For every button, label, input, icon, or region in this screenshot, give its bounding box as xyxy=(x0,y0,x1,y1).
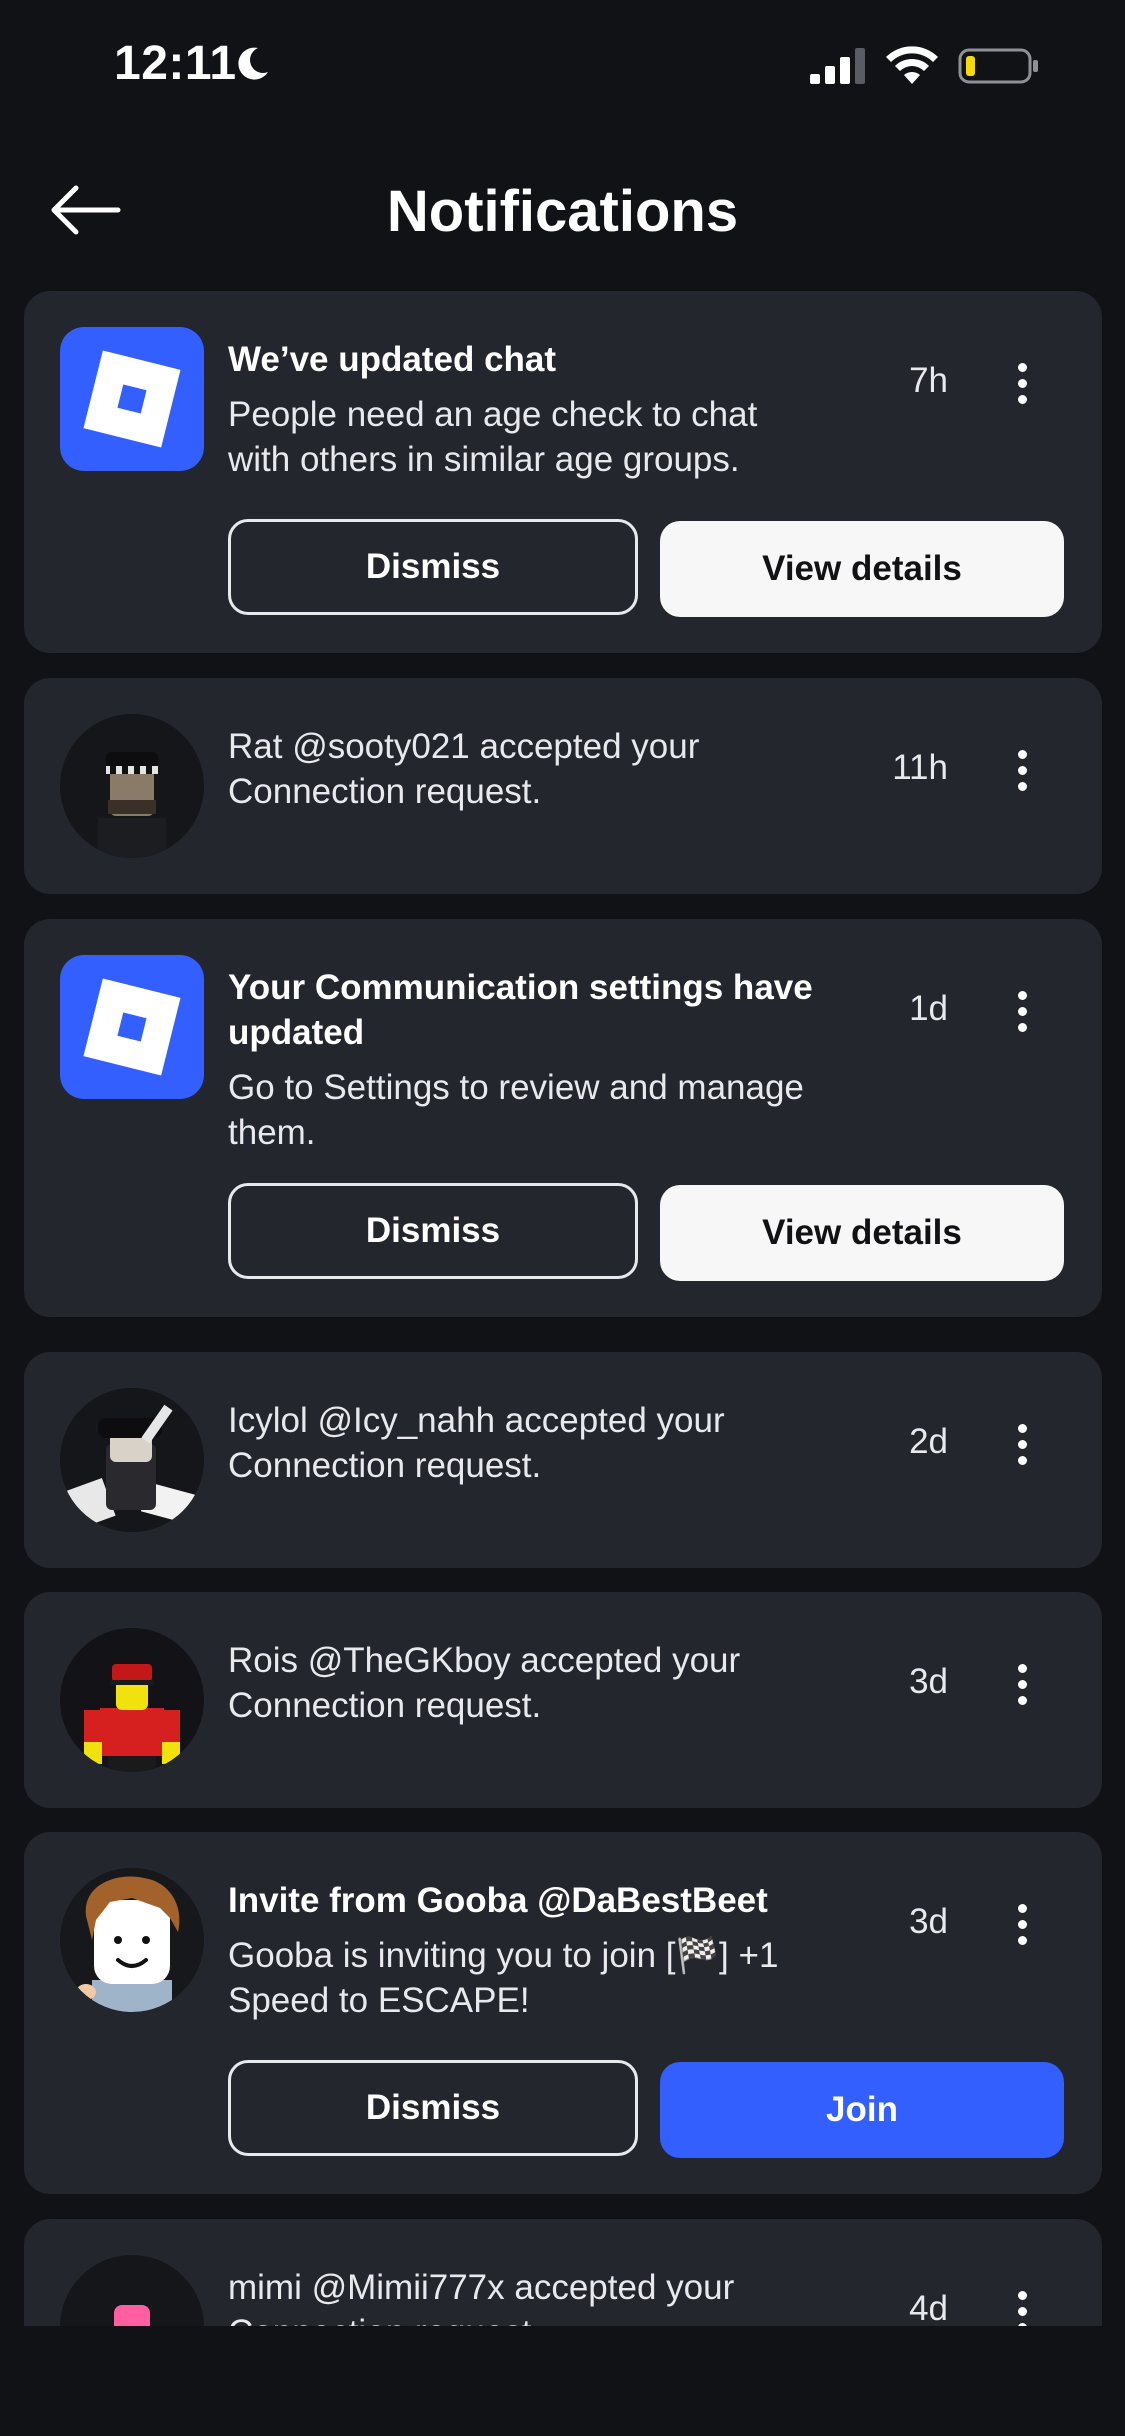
avatar xyxy=(60,714,204,858)
roblox-logo-icon xyxy=(60,955,204,1099)
notification-time: 1d xyxy=(909,989,948,1028)
status-bar: 12:11 xyxy=(0,0,1125,130)
notification-time: 2d xyxy=(909,1422,948,1461)
notification-body: mimi @Mimii777x accepted your Connection… xyxy=(228,2268,735,2326)
avatar-gooba-image xyxy=(60,1868,204,2012)
notification-card-invite[interactable]: Invite from Gooba @DaBestBeet Gooba is i… xyxy=(24,1832,1102,2194)
avatar xyxy=(60,1388,204,1532)
notification-time: 4d xyxy=(909,2289,948,2326)
dismiss-button[interactable]: Dismiss xyxy=(228,2060,638,2156)
moon-icon xyxy=(238,47,268,80)
notification-card-connection[interactable]: mimi @Mimii777x accepted your Connection… xyxy=(24,2219,1102,2326)
notification-card-chat-update[interactable]: We’ve updated chat People need an age ch… xyxy=(24,291,1102,653)
view-details-button[interactable]: View details xyxy=(660,1185,1064,1281)
notification-time: 11h xyxy=(892,748,948,787)
avatar xyxy=(60,2255,204,2326)
notification-card-connection[interactable]: Rois @TheGKboy accepted your Connection … xyxy=(24,1592,1102,1808)
notification-body: Rois @TheGKboy accepted your Connection … xyxy=(228,1641,741,1725)
avatar xyxy=(60,1628,204,1772)
notification-body: People need an age check to chat with ot… xyxy=(228,395,758,479)
notification-card-communication-settings[interactable]: Your Communication settings have updated… xyxy=(24,919,1102,1317)
avatar-rat-image xyxy=(60,714,204,858)
more-vertical-icon[interactable] xyxy=(1002,2281,1042,2326)
more-vertical-icon[interactable] xyxy=(1002,353,1042,413)
notification-list[interactable]: We’ve updated chat People need an age ch… xyxy=(24,291,1102,2326)
notification-body: Rat @sooty021 accepted your Connection r… xyxy=(228,727,700,811)
battery-icon xyxy=(958,48,1038,84)
more-vertical-icon[interactable] xyxy=(1002,981,1042,1041)
notification-card-connection[interactable]: Rat @sooty021 accepted your Connection r… xyxy=(24,678,1102,894)
status-time: 12:11 xyxy=(114,37,237,90)
roblox-logo-icon xyxy=(60,327,204,471)
notification-card-connection[interactable]: Icylol @Icy_nahh accepted your Connectio… xyxy=(24,1352,1102,1568)
cellular-signal-icon xyxy=(810,48,865,84)
notification-body: Gooba is inviting you to join [🏁] +1 Spe… xyxy=(228,1936,779,2020)
notification-title: We’ve updated chat xyxy=(228,340,557,379)
page-title: Notifications xyxy=(386,179,739,244)
notification-time: 3d xyxy=(909,1662,948,1701)
dismiss-button[interactable]: Dismiss xyxy=(228,1183,638,1279)
more-vertical-icon[interactable] xyxy=(1002,1414,1042,1474)
notification-title: Your Communication settings have updated xyxy=(228,968,813,1052)
notification-title: Invite from Gooba @DaBestBeet xyxy=(228,1881,768,1920)
view-details-button[interactable]: View details xyxy=(660,521,1064,617)
avatar-rois-image xyxy=(60,1628,204,1772)
avatar xyxy=(60,1868,204,2012)
notification-time: 7h xyxy=(909,361,948,400)
wifi-icon xyxy=(886,46,938,84)
more-vertical-icon[interactable] xyxy=(1002,740,1042,800)
join-button[interactable]: Join xyxy=(660,2062,1064,2158)
more-vertical-icon[interactable] xyxy=(1002,1654,1042,1714)
avatar-icylol-image xyxy=(60,1388,204,1532)
avatar-mimi-image xyxy=(60,2255,204,2326)
header: Notifications xyxy=(0,160,1125,260)
dismiss-button[interactable]: Dismiss xyxy=(228,519,638,615)
more-vertical-icon[interactable] xyxy=(1002,1894,1042,1954)
notification-body: Go to Settings to review and manage them… xyxy=(228,1068,804,1152)
notification-body: Icylol @Icy_nahh accepted your Connectio… xyxy=(228,1401,725,1485)
notification-time: 3d xyxy=(909,1902,948,1941)
